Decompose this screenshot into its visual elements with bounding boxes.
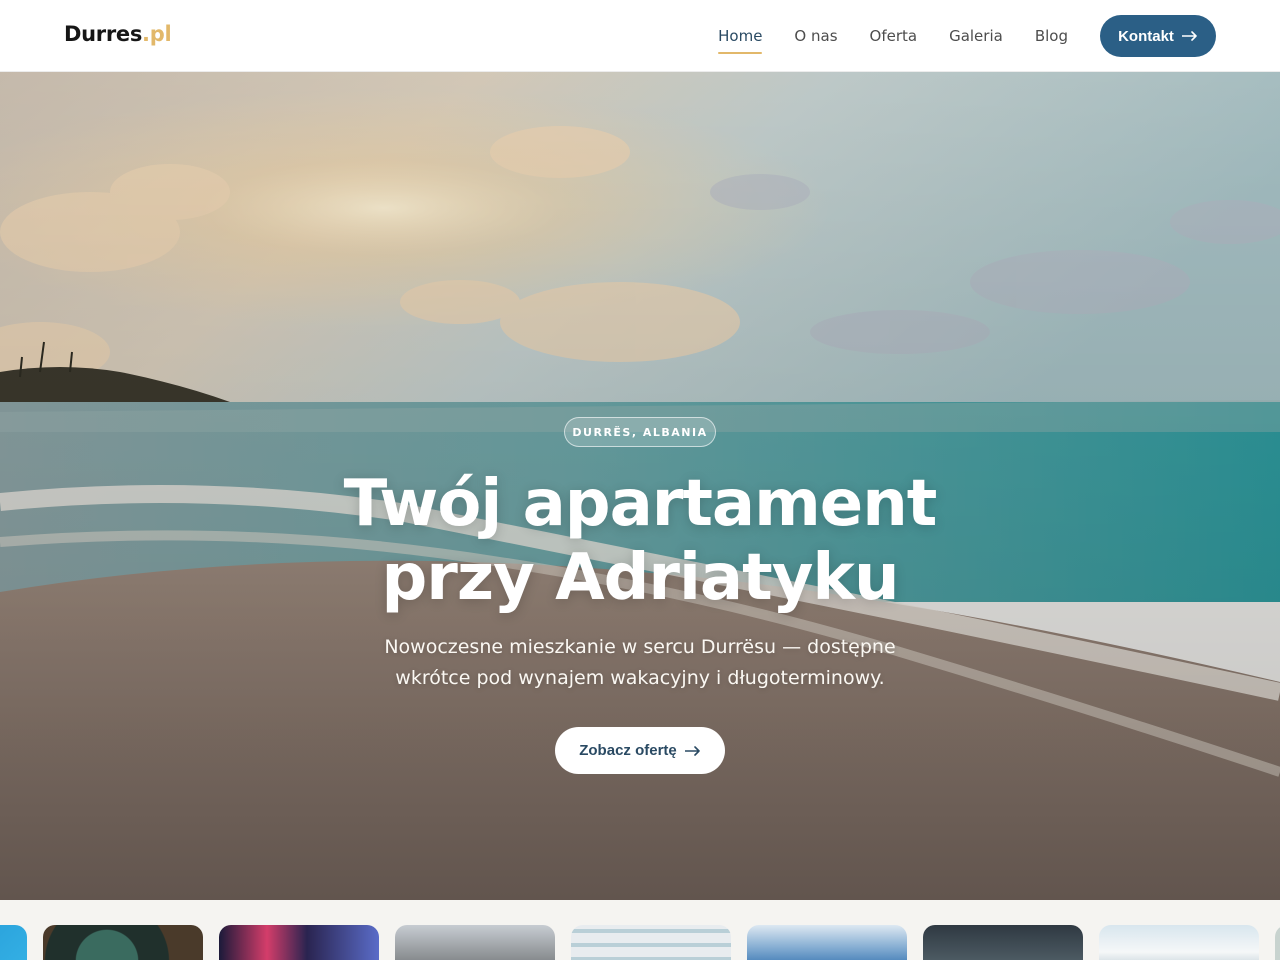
site-logo[interactable]: Durres.pl <box>64 22 172 46</box>
hero-section: DURRËS, ALBANIA Twój apartament przy Adr… <box>0 72 1280 900</box>
gallery-thumb-neon-street[interactable] <box>219 925 379 960</box>
hero-title: Twój apartament przy Adriatyku <box>240 467 1040 615</box>
gallery-thumb-harbor-dusk[interactable] <box>923 925 1083 960</box>
gallery-thumb-hotel-balconies[interactable] <box>571 925 731 960</box>
arrow-right-icon <box>684 745 700 756</box>
location-badge: DURRËS, ALBANIA <box>564 417 716 447</box>
hero-title-line1: Twój apartament <box>343 467 938 541</box>
gallery-thumb-dinner-table[interactable] <box>43 925 203 960</box>
nav-o-nas[interactable]: O nas <box>794 23 837 49</box>
contact-button[interactable]: Kontakt <box>1100 15 1216 57</box>
gallery-thumb-yacht[interactable] <box>1099 925 1259 960</box>
hero-subtitle: Nowoczesne mieszkanie w sercu Durrësu — … <box>340 632 940 694</box>
contact-button-label: Kontakt <box>1118 27 1174 45</box>
hero-title-line2: przy Adriatyku <box>381 541 899 615</box>
nav-oferta[interactable]: Oferta <box>870 23 918 49</box>
gallery-thumb-mountains[interactable] <box>395 925 555 960</box>
hero-subtitle-line2: wkrótce pod wynajem wakacyjny i długoter… <box>395 667 885 689</box>
nav-galeria[interactable]: Galeria <box>949 23 1003 49</box>
main-nav: Home O nas Oferta Galeria Blog <box>718 0 1068 72</box>
logo-tld: .pl <box>142 22 172 46</box>
arrow-right-icon <box>1181 31 1197 41</box>
see-offer-button[interactable]: Zobacz ofertę <box>555 727 725 774</box>
gallery-thumb-coastline[interactable] <box>747 925 907 960</box>
nav-home[interactable]: Home <box>718 23 763 54</box>
hero-content: DURRËS, ALBANIA Twój apartament przy Adr… <box>0 72 1280 900</box>
site-header: Durres.pl Home O nas Oferta Galeria Blog… <box>0 0 1280 72</box>
nav-blog[interactable]: Blog <box>1035 23 1068 49</box>
hero-subtitle-line1: Nowoczesne mieszkanie w sercu Durrësu — … <box>384 636 896 658</box>
gallery-strip <box>0 900 1280 960</box>
logo-main: Durres <box>64 22 143 46</box>
see-offer-label: Zobacz ofertę <box>579 742 677 759</box>
gallery-thumb-pool[interactable] <box>0 925 27 960</box>
gallery-thumb-next[interactable] <box>1275 925 1280 960</box>
